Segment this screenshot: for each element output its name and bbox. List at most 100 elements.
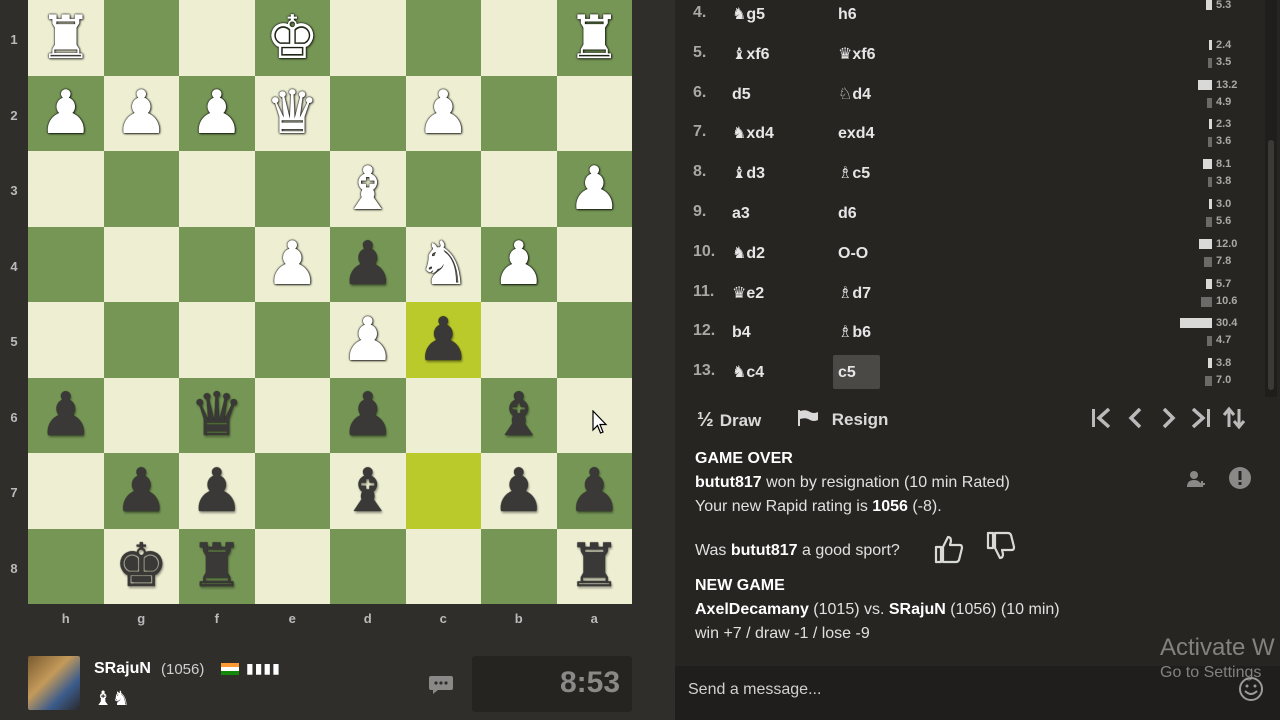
board-square[interactable]	[405, 151, 481, 227]
thumbs-down-icon[interactable]	[985, 530, 1017, 569]
board-square[interactable]: ♛	[179, 377, 255, 453]
board-square[interactable]	[405, 377, 481, 453]
new-game-line[interactable]: AxelDecamany (1015) vs. SRajuN (1056) (1…	[695, 598, 1255, 622]
draw-button[interactable]: ½ Draw	[697, 409, 761, 432]
board-square[interactable]: ♟	[254, 226, 330, 302]
white-piece[interactable]: ♚	[265, 8, 319, 68]
black-piece[interactable]: ♝	[341, 461, 395, 521]
board-square[interactable]	[254, 528, 330, 604]
white-piece[interactable]: ♟	[114, 83, 168, 143]
board-square[interactable]	[179, 151, 255, 227]
board-square[interactable]: ♟	[556, 453, 632, 529]
message-input[interactable]: Send a message...	[688, 681, 821, 699]
white-piece[interactable]: ♟	[190, 83, 244, 143]
move-list-scrollbar[interactable]	[1265, 0, 1277, 397]
black-piece[interactable]: ♟	[190, 461, 244, 521]
resign-button[interactable]: Resign	[797, 409, 888, 430]
black-piece[interactable]: ♝	[492, 385, 546, 445]
white-piece[interactable]: ♛	[265, 83, 319, 143]
board-square[interactable]	[103, 302, 179, 378]
white-move[interactable]: ♝xf6	[732, 44, 769, 64]
white-piece[interactable]: ♟	[492, 234, 546, 294]
board-square[interactable]	[330, 75, 406, 151]
board-square[interactable]	[28, 528, 104, 604]
board-square[interactable]	[179, 0, 255, 76]
black-piece[interactable]: ♜	[190, 536, 244, 596]
black-move[interactable]: ♛xf6	[838, 44, 875, 64]
board-square[interactable]: ♟	[103, 75, 179, 151]
board-square[interactable]: ♟	[330, 377, 406, 453]
board-square[interactable]	[28, 226, 104, 302]
board-square[interactable]	[481, 528, 557, 604]
white-move[interactable]: ♞d2	[732, 243, 765, 263]
black-move[interactable]: ♗d7	[838, 283, 871, 303]
board-square[interactable]: ♚	[103, 528, 179, 604]
board-square[interactable]	[28, 453, 104, 529]
winner-name[interactable]: butut817	[695, 474, 762, 491]
board-square[interactable]: ♜	[556, 528, 632, 604]
board-square[interactable]	[405, 453, 481, 529]
board-square[interactable]	[103, 0, 179, 76]
last-move-icon[interactable]	[1187, 405, 1213, 438]
move-list[interactable]: 4.♞g5h65.32.45.♝xf6♛xf62.43.56.d5♘d413.2…	[675, 0, 1280, 397]
board-square[interactable]	[481, 0, 557, 76]
board-square[interactable]	[254, 151, 330, 227]
black-piece[interactable]: ♟	[341, 234, 395, 294]
previous-move-icon[interactable]	[1125, 405, 1147, 438]
board-square[interactable]	[28, 151, 104, 227]
white-piece[interactable]: ♜	[567, 8, 621, 68]
white-piece[interactable]: ♜	[39, 8, 93, 68]
sport-name[interactable]: butut817	[731, 542, 798, 559]
board-square[interactable]	[179, 226, 255, 302]
board-square[interactable]: ♚	[254, 0, 330, 76]
board-square[interactable]: ♝	[330, 151, 406, 227]
board-square[interactable]: ♟	[103, 453, 179, 529]
chat-bubble-icon[interactable]	[428, 674, 454, 702]
thumbs-up-icon[interactable]	[933, 533, 965, 572]
board-square[interactable]: ♟	[179, 75, 255, 151]
board-square[interactable]: ♟	[556, 151, 632, 227]
board-square[interactable]	[556, 226, 632, 302]
board-square[interactable]: ♝	[330, 453, 406, 529]
next-move-icon[interactable]	[1157, 405, 1179, 438]
player-name[interactable]: SRajuN	[94, 660, 151, 678]
board-square[interactable]: ♟	[405, 75, 481, 151]
black-piece[interactable]: ♟	[416, 310, 470, 370]
board-square[interactable]	[103, 377, 179, 453]
scrollbar-thumb[interactable]	[1268, 140, 1274, 390]
white-move[interactable]: ♞xd4	[732, 123, 774, 143]
board-square[interactable]	[330, 528, 406, 604]
board-square[interactable]: ♞	[405, 226, 481, 302]
board-square[interactable]	[556, 75, 632, 151]
white-move[interactable]: b4	[732, 322, 751, 342]
board-square[interactable]: ♛	[254, 75, 330, 151]
white-move[interactable]: ♛e2	[732, 283, 764, 303]
board-square[interactable]	[254, 377, 330, 453]
board-square[interactable]: ♟	[481, 453, 557, 529]
white-move[interactable]: ♝d3	[732, 163, 765, 183]
black-piece[interactable]: ♟	[341, 385, 395, 445]
board-square[interactable]	[330, 0, 406, 76]
black-move[interactable]: c5	[833, 355, 880, 390]
board-square[interactable]: ♟	[179, 453, 255, 529]
black-move[interactable]: ♗b6	[838, 322, 871, 342]
black-move[interactable]: ♗c5	[838, 163, 870, 183]
board-square[interactable]	[103, 226, 179, 302]
black-move[interactable]: h6	[838, 4, 857, 24]
first-move-icon[interactable]	[1089, 405, 1115, 438]
board-square[interactable]: ♟	[405, 302, 481, 378]
board-square[interactable]: ♜	[556, 0, 632, 76]
flip-board-icon[interactable]	[1221, 405, 1247, 438]
add-friend-icon[interactable]	[1185, 468, 1207, 495]
white-piece[interactable]: ♟	[416, 83, 470, 143]
white-piece[interactable]: ♞	[416, 234, 470, 294]
board-square[interactable]	[481, 302, 557, 378]
board-square[interactable]	[405, 528, 481, 604]
white-piece[interactable]: ♟	[39, 83, 93, 143]
black-piece[interactable]: ♛	[190, 385, 244, 445]
board-square[interactable]: ♝	[481, 377, 557, 453]
black-move[interactable]: ♘d4	[838, 84, 871, 104]
white-piece[interactable]: ♟	[567, 159, 621, 219]
white-move[interactable]: ♞c4	[732, 362, 764, 382]
board-square[interactable]	[179, 302, 255, 378]
